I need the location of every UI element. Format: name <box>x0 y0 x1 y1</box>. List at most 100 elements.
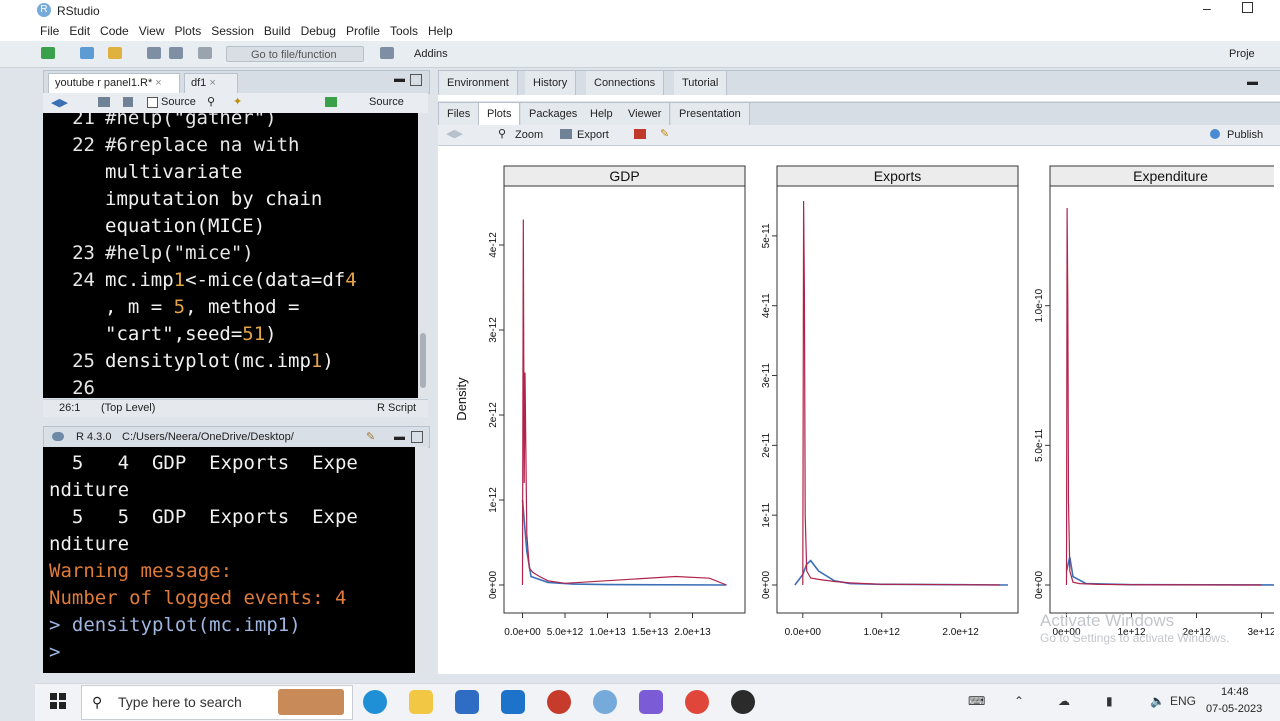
tab-viewer[interactable]: Viewer <box>620 103 670 125</box>
mail-icon[interactable] <box>501 690 525 714</box>
menu-item-view[interactable]: View <box>139 24 165 38</box>
save-icon[interactable] <box>147 47 161 59</box>
code-line[interactable]: densityplot(mc.imp1) <box>105 348 334 375</box>
console-prompt[interactable]: > <box>49 639 72 666</box>
code-line[interactable]: imputation by chain <box>105 186 322 213</box>
chrome-icon[interactable] <box>685 690 709 714</box>
source-on-save-checkbox[interactable] <box>147 97 158 108</box>
tab-script[interactable]: youtube r panel1.R* × <box>48 73 180 93</box>
tab-df1[interactable]: df1 × <box>184 73 238 93</box>
workspace-panes-icon[interactable] <box>380 47 394 59</box>
chevron-up-icon[interactable]: ⌃ <box>1014 694 1024 708</box>
working-directory[interactable]: C:/Users/Neera/OneDrive/Desktop/ <box>122 427 294 447</box>
minimize-pane-icon[interactable]: ▬ <box>394 73 405 85</box>
console-scrollbar[interactable] <box>415 447 428 673</box>
presentation-app-icon[interactable] <box>547 690 571 714</box>
source-button[interactable]: Source <box>369 96 404 108</box>
menu-item-plots[interactable]: Plots <box>175 24 202 38</box>
file-type-indicator[interactable]: R Script <box>377 400 416 417</box>
publish-button[interactable]: Publish <box>1227 129 1263 141</box>
minimize-env-pane-icon[interactable]: ▬ <box>1247 76 1258 88</box>
vpn-app-icon[interactable] <box>639 690 663 714</box>
code-line[interactable]: multivariate <box>105 159 242 186</box>
tab-tutorial[interactable]: Tutorial <box>674 71 727 95</box>
minimize-icon[interactable]: – <box>1203 0 1211 16</box>
menu-item-build[interactable]: Build <box>264 24 291 38</box>
save-all-icon[interactable] <box>169 47 183 59</box>
publish-icon[interactable] <box>1210 129 1220 139</box>
code-editor[interactable]: 21#help("gather")22#6replace na withmult… <box>43 113 418 398</box>
previous-plot-icon[interactable]: ◀▶ <box>446 127 463 140</box>
back-icon[interactable]: ◀▶ <box>51 96 68 109</box>
clear-plots-icon[interactable]: ✎ <box>660 127 669 140</box>
battery-icon[interactable]: ▮ <box>1106 694 1113 708</box>
menu-item-help[interactable]: Help <box>428 24 453 38</box>
file-explorer-icon[interactable] <box>409 690 433 714</box>
search-icon[interactable]: ⚲ <box>207 95 215 108</box>
code-line[interactable]: #help("mice") <box>105 240 254 267</box>
right-pane-scrollbar[interactable] <box>1274 146 1280 674</box>
taskbar-search-box[interactable]: ⚲ Type here to search <box>81 685 353 720</box>
volume-icon[interactable]: 🔈 <box>1150 694 1165 708</box>
clock-time[interactable]: 14:48 <box>1221 686 1249 698</box>
run-icon[interactable] <box>325 97 337 107</box>
maximize-pane-icon[interactable] <box>410 74 422 86</box>
cloud-icon[interactable]: ☁ <box>1058 694 1070 708</box>
console-output[interactable]: 5 4 GDP Exports Expenditure 5 5 GDP Expo… <box>43 447 415 673</box>
open-file-icon[interactable] <box>108 47 122 59</box>
code-line[interactable]: mc.imp1<-mice(data=df4 <box>105 267 357 294</box>
code-line[interactable]: , m = 5, method = <box>105 294 299 321</box>
store-icon[interactable] <box>455 690 479 714</box>
menu-item-tools[interactable]: Tools <box>390 24 418 38</box>
save-script-icon[interactable] <box>123 97 133 107</box>
editor-scrollbar-thumb[interactable] <box>420 333 426 388</box>
menu-item-profile[interactable]: Profile <box>346 24 380 38</box>
zoom-icon[interactable]: ⚲ <box>498 127 506 140</box>
keyboard-icon[interactable]: ⌨ <box>968 694 985 708</box>
density-series-line <box>523 220 727 586</box>
addins-menu[interactable]: Addins <box>414 48 448 60</box>
tab-packages[interactable]: Packages <box>521 103 586 125</box>
code-line[interactable]: "cart",seed=51) <box>105 321 277 348</box>
new-project-icon[interactable] <box>80 47 94 59</box>
project-menu[interactable]: Proje <box>1229 48 1255 60</box>
y-tick-label: 0e+00 <box>761 571 772 600</box>
minimize-console-icon[interactable]: ▬ <box>394 427 405 447</box>
print-icon[interactable] <box>198 47 212 59</box>
obs-icon[interactable] <box>731 690 755 714</box>
remove-plot-icon[interactable] <box>634 129 646 139</box>
maximize-console-icon[interactable] <box>411 431 423 443</box>
scope-indicator[interactable]: (Top Level) <box>101 400 155 417</box>
menu-item-session[interactable]: Session <box>211 24 254 38</box>
zoom-button[interactable]: Zoom <box>515 129 543 141</box>
export-icon[interactable] <box>560 129 572 139</box>
code-line[interactable]: #6replace na with <box>105 132 299 159</box>
menu-item-code[interactable]: Code <box>100 24 129 38</box>
go-to-file-input[interactable]: Go to file/function <box>226 46 364 62</box>
tab-environment[interactable]: Environment <box>439 71 518 95</box>
tab-connections[interactable]: Connections <box>586 71 664 95</box>
tab-files[interactable]: Files <box>439 103 479 125</box>
edge-icon[interactable] <box>363 690 387 714</box>
tab-help[interactable]: Help <box>582 103 622 125</box>
editor-scrollbar[interactable] <box>418 113 428 398</box>
menu-item-debug[interactable]: Debug <box>301 24 336 38</box>
code-tools-icon[interactable]: ✦ <box>233 95 242 108</box>
input-language[interactable]: ENG <box>1170 694 1196 708</box>
clear-console-icon[interactable]: ✎ <box>366 427 375 447</box>
menu-item-file[interactable]: File <box>40 24 59 38</box>
export-button[interactable]: Export <box>577 129 609 141</box>
restore-icon[interactable] <box>1242 2 1253 13</box>
menu-item-edit[interactable]: Edit <box>69 24 90 38</box>
rstudio-taskbar-icon[interactable] <box>593 690 617 714</box>
tab-presentation[interactable]: Presentation <box>671 103 750 125</box>
code-line[interactable]: #help("gather") <box>105 113 277 132</box>
tab-history[interactable]: History <box>525 71 576 95</box>
clock-date[interactable]: 07-05-2023 <box>1206 703 1262 715</box>
show-in-window-icon[interactable] <box>98 97 110 107</box>
code-line[interactable]: equation(MICE) <box>105 213 265 240</box>
new-file-icon[interactable] <box>41 47 55 59</box>
tab-plots[interactable]: Plots <box>479 103 520 125</box>
windows-start-icon[interactable] <box>50 693 66 709</box>
y-tick-label: 5e-11 <box>761 223 772 248</box>
